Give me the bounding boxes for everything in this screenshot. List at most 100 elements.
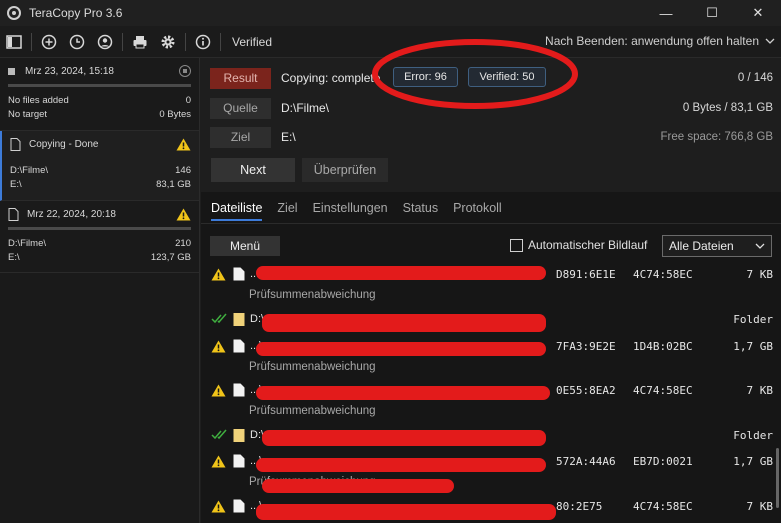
job-target: No target [8,108,48,120]
file-size: 7 KB [746,500,774,513]
tab-log[interactable]: Protokoll [453,192,502,224]
maximize-button[interactable]: ☐ [689,0,735,26]
verified-badge[interactable]: Verified: 50 [468,67,546,87]
sidebar-toggle-icon[interactable] [2,30,26,54]
window-title: TeraCopy Pro 3.6 [29,6,123,20]
file-size: Folder [733,429,773,442]
job-size: 123,7 GB [150,251,191,263]
file-size: 1,7 GB [733,340,773,353]
file-size: Folder [733,313,773,326]
info-icon[interactable] [191,30,215,54]
job-item[interactable]: Mrz 23, 2024, 15:18 No files added 0 No t… [0,58,199,131]
job-source: D:\Filme\ [10,164,48,176]
print-icon[interactable] [128,30,152,54]
history-icon[interactable] [65,30,89,54]
autoscroll-toggle[interactable]: Automatischer Bildlauf [510,238,647,252]
source-hash: 7FA3:9E2E [556,340,616,353]
after-finish-label: Nach Beenden: anwendung offen halten [545,34,759,48]
redaction-mark [262,314,546,332]
file-icon [233,454,245,468]
job-size: 0 Bytes [159,108,191,120]
free-space: Free space: 766,8 GB [660,131,773,143]
folder-icon [233,429,245,442]
toolbar-divider [31,32,32,51]
error-badge[interactable]: Error: 96 [393,67,458,87]
job-count: 146 [175,164,191,176]
window-controls: — ☐ ✕ [643,0,781,26]
source-button[interactable]: Quelle [210,97,271,119]
file-size: 1,7 GB [733,455,773,468]
job-item[interactable]: Mrz 22, 2024, 20:18 D:\Filme\ 210 E:\ 123,… [0,201,199,273]
target-hash: 1D4B:02BC [633,340,693,353]
warning-icon [211,268,226,281]
next-button[interactable]: Next [211,158,295,182]
autoscroll-checkbox[interactable] [510,238,523,252]
checksum-mismatch-label: Prüfsummenabweichung [249,361,376,373]
app-logo-icon [7,6,21,20]
tab-settings[interactable]: Einstellungen [313,192,388,224]
warning-icon [211,340,226,353]
user-icon[interactable] [93,30,117,54]
source-hash: D891:6E1E [556,268,616,281]
file-icon [233,383,245,397]
job-target: E:\ [8,251,20,263]
after-finish-dropdown[interactable]: Nach Beenden: anwendung offen halten [545,34,775,48]
checksum-mismatch-label: Prüfsummenabweichung [249,405,376,417]
file-filter-select[interactable]: Alle Dateien [662,235,772,257]
job-files: No files added [8,94,69,106]
stop-icon[interactable] [179,65,191,77]
double-check-icon [211,313,227,324]
chevron-down-icon [765,38,775,44]
target-hash: 4C74:58EC [633,500,693,513]
target-hash: 4C74:58EC [633,384,693,397]
redaction-mark [256,458,546,472]
job-count: 210 [175,237,191,249]
file-size: 7 KB [746,384,774,397]
job-status: Copying - Done [29,138,99,150]
toolbar-divider [122,32,123,51]
target-hash: 4C74:58EC [633,268,693,281]
file-list-panel: Dateiliste Ziel Einstellungen Status Pro… [201,192,781,523]
checksum-mismatch-label: Prüfsummenabweichung [249,289,376,301]
source-hash: 80:2E75 [556,500,603,513]
warning-icon [176,208,191,220]
job-source: D:\Filme\ [8,237,46,249]
warning-icon [176,138,191,150]
target-button[interactable]: Ziel [210,126,271,148]
toolbar-divider [185,32,186,51]
vertical-scrollbar[interactable] [776,448,779,508]
redaction-mark [256,386,550,400]
result-button[interactable]: Result [210,67,271,89]
file-count: 0 / 146 [737,72,773,84]
stop-square-icon [8,67,15,75]
tab-target[interactable]: Ziel [277,192,297,224]
warning-icon [211,500,226,513]
redaction-mark [256,266,546,280]
tab-status[interactable]: Status [403,192,438,224]
add-icon[interactable] [37,30,61,54]
target-path: E:\ [281,130,296,144]
chevron-down-icon [755,243,765,249]
redaction-mark [256,342,546,356]
double-check-icon [211,429,227,440]
target-row: Ziel E:\ Free space: 766,8 GB [210,126,773,148]
file-filter-value: Alle Dateien [669,239,734,253]
redaction-mark [262,430,546,446]
job-date: Mrz 22, 2024, 20:18 [27,208,116,220]
minimize-button[interactable]: — [643,0,689,26]
tab-file-list[interactable]: Dateiliste [211,192,263,224]
gear-icon[interactable] [156,30,180,54]
verified-toggle[interactable]: Verified [232,35,272,49]
menu-button[interactable]: Menü [210,236,280,256]
title-bar: TeraCopy Pro 3.6 — ☐ ✕ [0,0,781,26]
job-item[interactable]: Copying - Done D:\Filme\ 146 E:\ 83,1 GB [0,131,199,201]
toolbar: Verified Nach Beenden: anwendung offen h… [0,26,781,58]
tab-bar: Dateiliste Ziel Einstellungen Status Pro… [201,192,781,224]
close-button[interactable]: ✕ [735,0,781,26]
job-size: 83,1 GB [156,178,191,190]
toolbar-divider [220,32,221,51]
verify-button[interactable]: Überprüfen [302,158,388,182]
document-icon [8,207,19,221]
job-progress-bar [8,227,191,230]
job-progress-bar [8,84,191,87]
